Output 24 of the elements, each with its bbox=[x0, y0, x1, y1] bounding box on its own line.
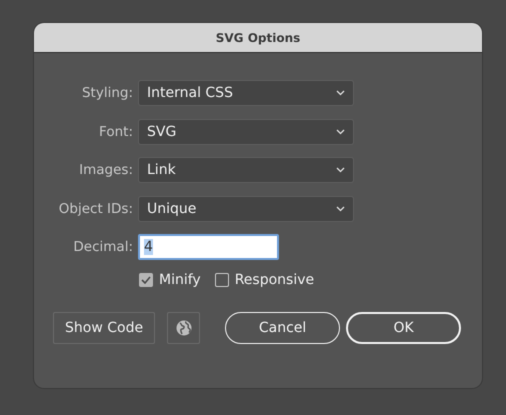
dropdown[interactable]: Internal CSS bbox=[138, 80, 354, 106]
field-label: Decimal: bbox=[72, 239, 133, 255]
checkbox[interactable] bbox=[139, 272, 153, 286]
chevron-down-icon bbox=[336, 167, 345, 173]
checkbox-label: Responsive bbox=[234, 272, 314, 288]
field-label: Object IDs: bbox=[58, 200, 133, 216]
globe-button[interactable] bbox=[167, 312, 200, 344]
dropdown[interactable]: SVG bbox=[138, 118, 354, 144]
dialog-title: SVG Options bbox=[216, 30, 300, 44]
field-label: Images: bbox=[78, 162, 133, 178]
chevron-down-icon bbox=[336, 90, 345, 96]
chevron-down-icon bbox=[336, 128, 345, 134]
checkbox-label: Minify bbox=[159, 272, 201, 288]
show-code-button[interactable]: Show Code bbox=[53, 312, 156, 344]
chevron-down-icon bbox=[336, 206, 345, 212]
field-label: Font: bbox=[98, 124, 133, 140]
field-label: Styling: bbox=[80, 85, 133, 101]
globe-icon bbox=[176, 320, 192, 336]
checkbox[interactable] bbox=[214, 272, 229, 286]
dropdown[interactable]: Link bbox=[138, 157, 354, 183]
input-field[interactable]: 4 bbox=[138, 234, 279, 260]
dialog-button[interactable]: OK bbox=[346, 312, 462, 344]
dropdown[interactable]: Unique bbox=[138, 196, 354, 222]
dialog-button[interactable]: Cancel bbox=[225, 312, 340, 344]
